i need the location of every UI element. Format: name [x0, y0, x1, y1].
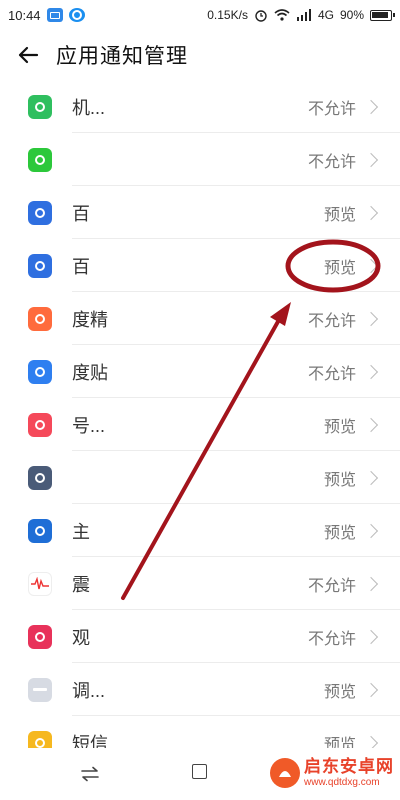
app-row[interactable]: 百 预览	[0, 239, 400, 292]
alarm-icon	[255, 10, 267, 22]
notification-status: 预览	[323, 471, 356, 489]
app-row[interactable]: 机... 不允许	[0, 80, 400, 133]
notification-status: 不允许	[307, 312, 356, 330]
status-time: 10:44	[8, 7, 41, 23]
app-name: 调...	[72, 677, 222, 703]
app-notification-icon	[68, 8, 85, 22]
app-row[interactable]: 震 不允许	[0, 557, 400, 610]
app-name-text: 观	[72, 627, 90, 648]
chevron-right-icon	[363, 258, 379, 273]
app-name: 百	[72, 200, 222, 226]
app-name-text: 号...	[72, 415, 106, 436]
app-name: 机...	[72, 94, 222, 120]
app-name-text: 百	[72, 203, 90, 224]
app-list: 机... 不允许 不允许百预览百预览 度精 不允许 度贴 不允许 号... 预览 预览主预览震不允…	[0, 80, 400, 769]
status-bar-left: 10:44	[8, 8, 85, 23]
app-name-text: 调...	[72, 680, 106, 701]
baidu-paw-icon	[28, 200, 52, 225]
app-row[interactable]: 度精 不允许	[0, 292, 400, 345]
keyboard-icon	[28, 677, 52, 702]
app-row[interactable]: 度贴 不允许	[0, 345, 400, 398]
iqiyi-icon	[28, 147, 52, 172]
baidu-du-icon	[28, 253, 52, 278]
tv-icon	[28, 624, 52, 649]
notification-status: 不允许	[307, 100, 356, 118]
notification-status: 预览	[323, 259, 356, 277]
chevron-right-icon	[363, 364, 379, 379]
chevron-right-icon	[363, 311, 379, 326]
page-title: 应用通知管理	[56, 45, 188, 68]
app-name: 度贴	[72, 359, 222, 385]
app-row[interactable]: 号... 预览	[0, 398, 400, 451]
message-notification-icon	[46, 8, 63, 22]
battery-icon	[370, 9, 395, 21]
chevron-right-icon	[363, 682, 379, 697]
app-name-text: 机...	[72, 97, 106, 118]
steering-wheel-icon	[28, 518, 52, 543]
chevron-right-icon	[363, 152, 379, 167]
chevron-right-icon	[363, 629, 379, 644]
app-name: 号...	[72, 412, 222, 438]
notification-status: 不允许	[307, 365, 356, 383]
chevron-right-icon	[363, 99, 379, 114]
seismic-icon	[28, 571, 52, 596]
network-type: 4G	[317, 8, 334, 22]
battery-percent: 90%	[339, 8, 364, 22]
status-bar: 10:44 0.15K/s 4G 90%	[0, 0, 400, 30]
watermark-text: 启东安卓网 www.qdtdxg.com	[304, 758, 394, 788]
app-row[interactable]: 预览	[0, 451, 400, 504]
app-name: 震	[72, 571, 222, 597]
app-name-text: 度贴	[72, 362, 108, 383]
notification-status: 不允许	[307, 577, 356, 595]
app-row[interactable]: 观 不允许	[0, 610, 400, 663]
switch-icon[interactable]	[80, 766, 100, 782]
signal-icon	[296, 9, 311, 21]
notification-status: 不允许	[307, 153, 356, 171]
back-arrow-icon[interactable]	[14, 41, 42, 69]
chevron-right-icon	[363, 470, 379, 485]
contact-icon	[28, 412, 52, 437]
watermark: 启东安卓网 www.qdtdxg.com	[270, 758, 394, 788]
notification-status: 预览	[323, 206, 356, 224]
app-name-text: 主	[72, 521, 90, 542]
app-name-text: 度精	[72, 309, 108, 330]
app-name-text: 震	[72, 574, 90, 595]
notification-status: 不允许	[307, 630, 356, 648]
watermark-logo-icon	[270, 758, 300, 788]
watermark-title: 启东安卓网	[304, 757, 394, 776]
green-circle-plus-icon	[28, 94, 52, 119]
wifi-icon	[274, 9, 290, 21]
network-speed: 0.15K/s	[207, 8, 248, 22]
header: 应用通知管理	[0, 30, 400, 80]
notification-status: 预览	[323, 418, 356, 436]
app-row[interactable]: 不允许	[0, 133, 400, 186]
notification-status: 预览	[323, 524, 356, 542]
jing-icon	[28, 306, 52, 331]
app-name: 主	[72, 518, 222, 544]
chevron-right-icon	[363, 417, 379, 432]
chevron-right-icon	[363, 523, 379, 538]
speaker-icon	[28, 465, 52, 490]
app-name-text: 百	[72, 256, 90, 277]
app-row[interactable]: 主 预览	[0, 504, 400, 557]
app-name: 观	[72, 624, 222, 650]
status-bar-right: 0.15K/s 4G 90%	[207, 8, 395, 22]
watermark-url: www.qdtdxg.com	[304, 777, 380, 788]
chevron-right-icon	[363, 205, 379, 220]
recent-apps-icon[interactable]	[192, 764, 207, 779]
app-name: 百	[72, 253, 222, 279]
app-row[interactable]: 调... 预览	[0, 663, 400, 716]
app-name: 度精	[72, 306, 222, 332]
chevron-right-icon	[363, 576, 379, 591]
tieba-icon	[28, 359, 52, 384]
notification-status: 预览	[323, 683, 356, 701]
app-row[interactable]: 百 预览	[0, 186, 400, 239]
